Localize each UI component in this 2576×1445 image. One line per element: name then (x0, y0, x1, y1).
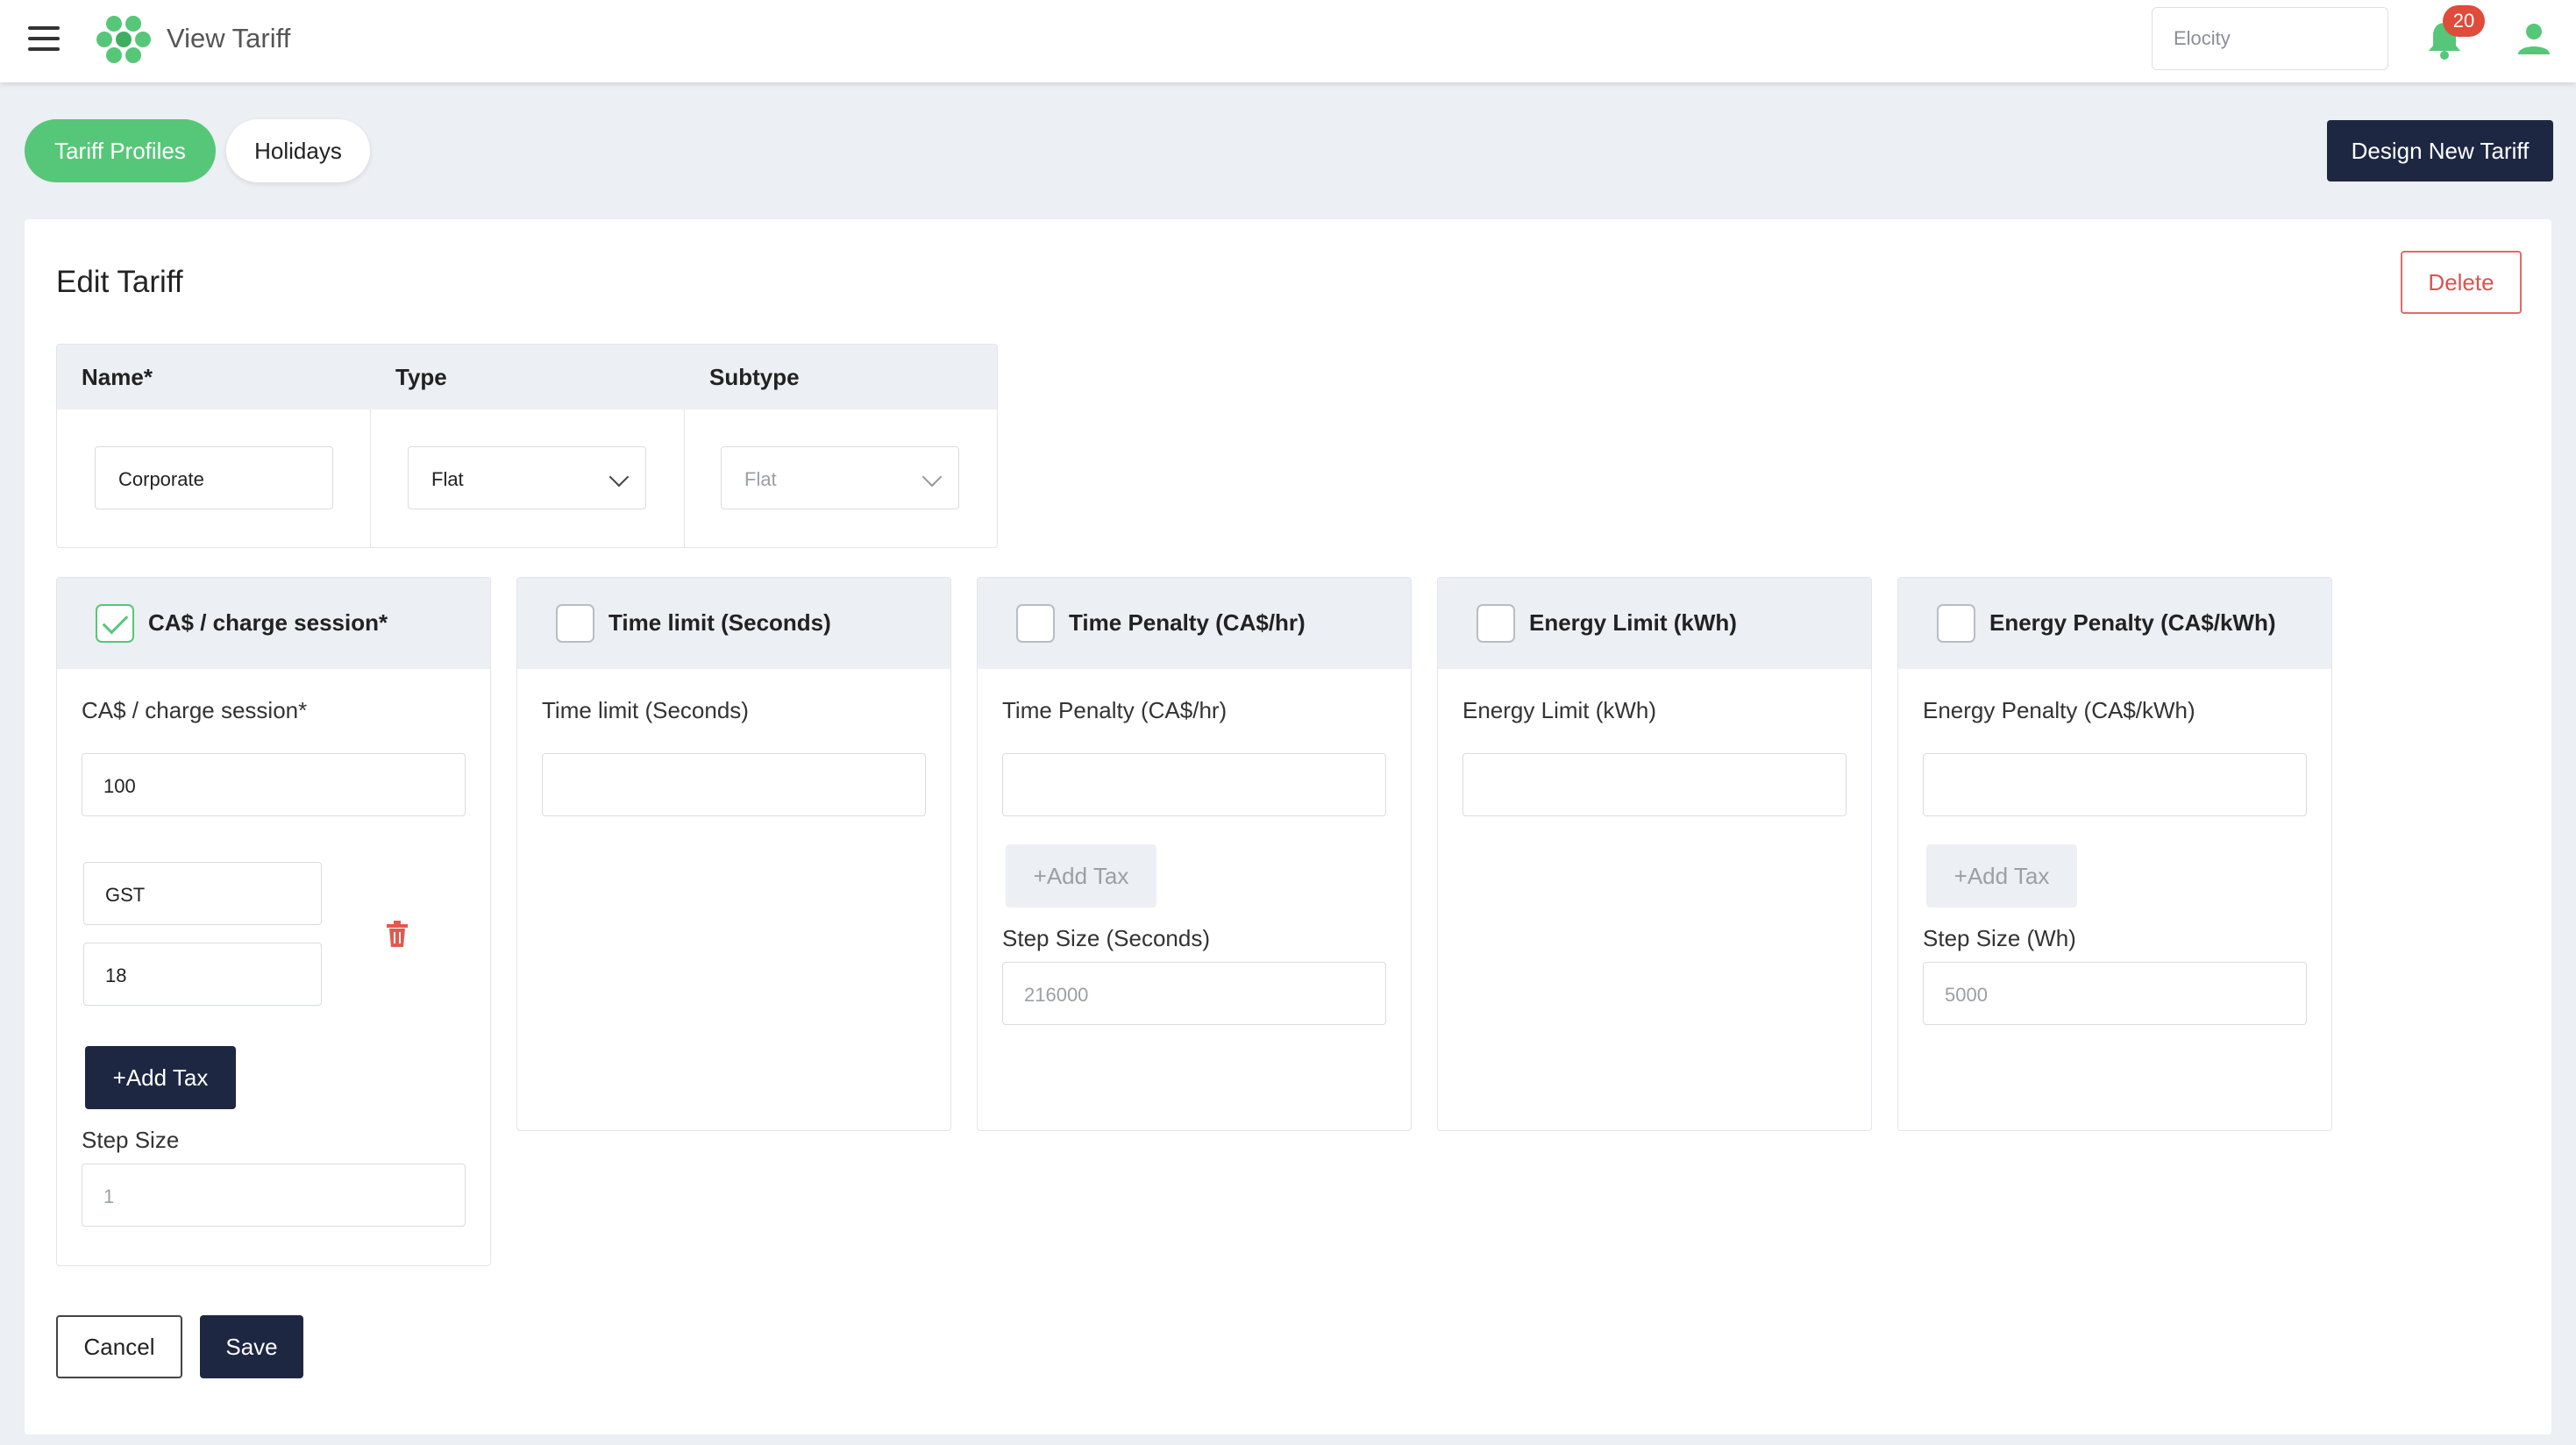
field-label: Energy Limit (kWh) (1462, 697, 1657, 723)
param-card-title: Time limit (Seconds) (608, 609, 831, 636)
param-card-header: Time Penalty (CA$/hr) (978, 578, 1411, 669)
step-size-input[interactable]: 5000 (1923, 962, 2307, 1025)
tab-holidays[interactable]: Holidays (226, 119, 370, 182)
energy-penalty-checkbox[interactable] (1937, 604, 1975, 643)
organization-select[interactable]: Elocity (2152, 7, 2388, 70)
user-icon[interactable] (2516, 21, 2551, 56)
param-card-header: CA$ / charge session* (57, 578, 490, 669)
param-card-time-penalty: Time Penalty (CA$/hr) Time Penalty (CA$/… (977, 577, 1412, 1131)
design-new-tariff-button[interactable]: Design New Tariff (2327, 120, 2553, 182)
tax-rate-input[interactable]: 18 (83, 943, 322, 1006)
param-card-title: Time Penalty (CA$/hr) (1069, 609, 1306, 636)
table-header: Name* Type Subtype (57, 345, 997, 409)
subtype-select-value: Flat (744, 468, 777, 490)
charge-session-input[interactable]: 100 (82, 753, 466, 816)
add-tax-button[interactable]: +Add Tax (1006, 844, 1156, 908)
top-app-bar: View Tariff Elocity 20 (0, 0, 2576, 82)
add-tax-button[interactable]: +Add Tax (85, 1046, 236, 1109)
param-card-title: CA$ / charge session* (148, 609, 388, 636)
step-size-input[interactable]: 1 (82, 1164, 466, 1227)
name-input[interactable]: Corporate (95, 446, 333, 509)
field-label: CA$ / charge session* (82, 697, 308, 723)
type-column-header: Type (395, 364, 447, 390)
step-size-input[interactable]: 216000 (1002, 962, 1386, 1025)
notification-badge: 20 (2443, 5, 2485, 37)
field-label: Energy Penalty (CA$/kWh) (1923, 697, 2195, 723)
tariff-info-table: Name* Type Subtype Corporate Flat Flat (56, 344, 998, 548)
time-limit-checkbox[interactable] (556, 604, 594, 643)
type-select-value: Flat (431, 468, 464, 490)
step-size-label: Step Size (Wh) (1923, 925, 2076, 951)
name-column-header: Name* (82, 364, 153, 390)
type-select[interactable]: Flat (408, 446, 646, 509)
field-label: Time limit (Seconds) (542, 697, 749, 723)
add-tax-button[interactable]: +Add Tax (1926, 844, 2077, 908)
chevron-down-icon (608, 466, 630, 488)
menu-icon[interactable] (28, 26, 60, 53)
step-size-label: Step Size (82, 1127, 180, 1153)
param-card-title: Energy Penalty (CA$/kWh) (1989, 609, 2276, 636)
time-penalty-input[interactable] (1002, 753, 1386, 816)
time-penalty-checkbox[interactable] (1016, 604, 1055, 643)
hexagon-logo-icon (96, 16, 151, 63)
param-card-header: Energy Penalty (CA$/kWh) (1898, 578, 2331, 669)
subtype-column-header: Subtype (709, 364, 800, 390)
param-card-charge-session: CA$ / charge session* CA$ / charge sessi… (56, 577, 491, 1266)
chevron-down-icon (922, 466, 943, 488)
column-divider (684, 409, 685, 547)
page-title: View Tariff (167, 23, 291, 53)
field-label: Time Penalty (CA$/hr) (1002, 697, 1228, 723)
energy-limit-input[interactable] (1462, 753, 1847, 816)
param-card-header: Time limit (Seconds) (517, 578, 950, 669)
subtype-select[interactable]: Flat (721, 446, 959, 509)
delete-button[interactable]: Delete (2401, 251, 2522, 314)
tab-tariff-profiles[interactable]: Tariff Profiles (25, 119, 216, 182)
energy-limit-checkbox[interactable] (1477, 604, 1515, 643)
column-divider (370, 409, 371, 547)
param-card-energy-limit: Energy Limit (kWh) Energy Limit (kWh) (1437, 577, 1872, 1131)
section-title: Edit Tariff (56, 265, 183, 299)
time-limit-input[interactable] (542, 753, 926, 816)
save-button[interactable]: Save (200, 1315, 303, 1378)
param-card-time-limit: Time limit (Seconds) Time limit (Seconds… (516, 577, 951, 1131)
trash-icon[interactable] (385, 920, 409, 948)
charge-session-checkbox[interactable] (96, 604, 134, 643)
step-size-label: Step Size (Seconds) (1002, 925, 1211, 951)
param-card-title: Energy Limit (kWh) (1529, 609, 1737, 636)
param-card-header: Energy Limit (kWh) (1438, 578, 1871, 669)
energy-penalty-input[interactable] (1923, 753, 2307, 816)
cancel-button[interactable]: Cancel (56, 1315, 182, 1378)
tax-name-input[interactable]: GST (83, 862, 322, 925)
param-card-energy-penalty: Energy Penalty (CA$/kWh) Energy Penalty … (1897, 577, 2332, 1131)
